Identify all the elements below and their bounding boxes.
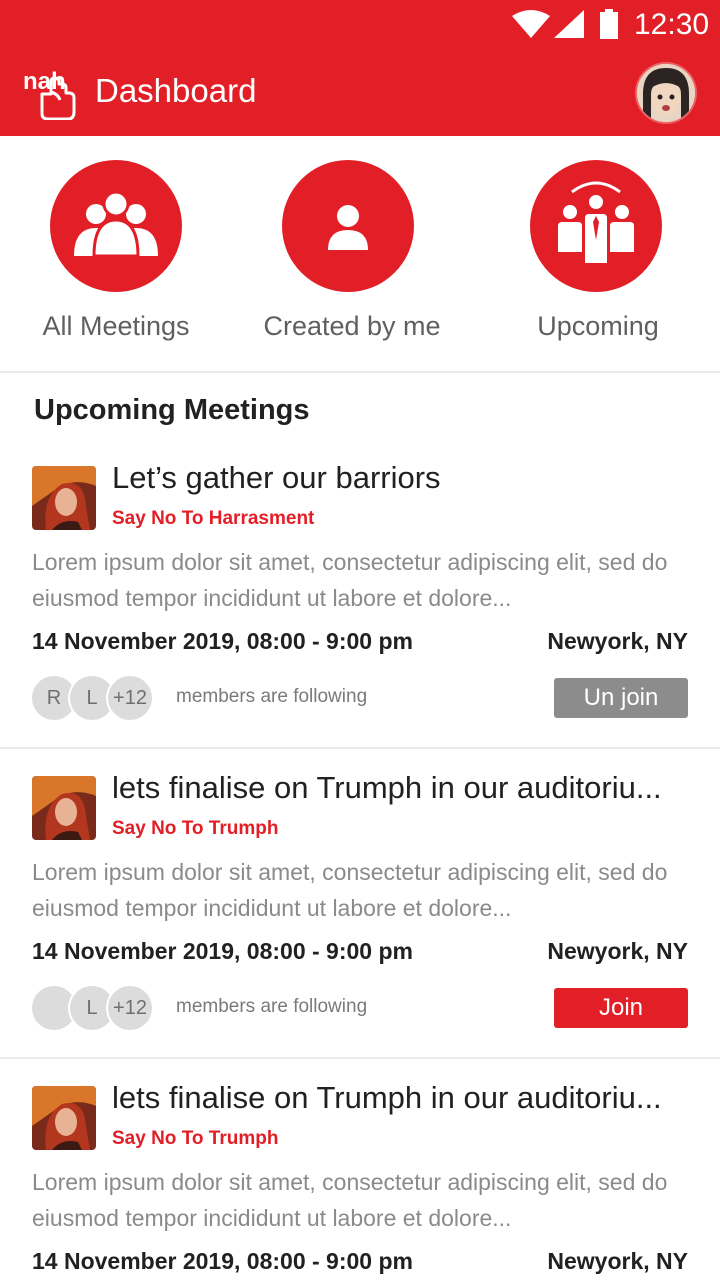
meeting-datetime: 14 November 2019, 08:00 - 9:00 pm (32, 1248, 413, 1274)
group-icon (74, 190, 158, 258)
created-by-me-button[interactable]: Created by me (232, 160, 472, 350)
signal-icon (554, 10, 584, 38)
meeting-description: Lorem ipsum dolor sit amet, consectetur … (32, 859, 668, 921)
app-bar: 12:30 nah Dashboard (0, 0, 720, 136)
person-icon (328, 205, 368, 250)
divider (0, 747, 720, 749)
wifi-icon (512, 10, 550, 38)
meeting-thumbnail (32, 466, 96, 530)
meeting-thumbnail (32, 776, 96, 840)
battery-icon (600, 9, 618, 39)
meeting-card[interactable]: lets finalise on Trumph in our auditoriu… (0, 770, 720, 1086)
divider (0, 371, 720, 373)
all-meetings-button[interactable]: All Meetings (0, 160, 236, 350)
created-by-me-circle[interactable] (282, 160, 414, 292)
meeting-title: lets finalise on Trumph in our auditoriu… (112, 1086, 662, 1115)
member-count: +12 (108, 676, 152, 720)
conference-icon (558, 181, 634, 265)
section-title: Upcoming Meetings (34, 394, 310, 426)
upcoming-label: Upcoming (537, 311, 659, 341)
members-following-text: members are following (176, 686, 368, 707)
meeting-title: lets finalise on Trumph in our auditoriu… (112, 770, 662, 805)
meeting-title: Let’s gather our barriors (112, 460, 441, 495)
meeting-card[interactable]: lets finalise on Trumph in our auditoriu… (0, 1086, 720, 1280)
meeting-description: Lorem ipsum dolor sit amet, consectetur … (32, 549, 668, 611)
member-count: +12 (108, 986, 152, 1030)
status-bar: 12:30 (0, 0, 720, 48)
meeting-datetime: 14 November 2019, 08:00 - 9:00 pm (32, 628, 413, 654)
divider (0, 1057, 720, 1059)
meeting-location: Newyork, NY (547, 628, 688, 654)
members-following-text: members are following (176, 996, 368, 1017)
unjoin-button[interactable]: Un join (554, 678, 688, 718)
meeting-subtitle: Say No To Trumph (112, 1128, 279, 1149)
all-meetings-circle[interactable] (50, 160, 182, 292)
status-time: 12:30 (634, 8, 710, 41)
meeting-subtitle: Say No To Trumph (112, 818, 279, 839)
all-meetings-label: All Meetings (42, 311, 190, 341)
meeting-description: Lorem ipsum dolor sit amet, consectetur … (32, 1169, 668, 1231)
meeting-datetime: 14 November 2019, 08:00 - 9:00 pm (32, 938, 413, 964)
avatar[interactable] (637, 64, 695, 122)
meeting-subtitle: Say No To Harrasment (112, 508, 315, 529)
created-by-me-label: Created by me (263, 311, 441, 341)
meeting-location: Newyork, NY (547, 938, 688, 964)
meeting-location: Newyork, NY (547, 1248, 688, 1274)
meeting-card[interactable]: Let’s gather our barriors Say No To Harr… (0, 460, 720, 776)
meeting-thumbnail (32, 1086, 96, 1150)
member-avatars: L +12 (32, 986, 172, 1032)
app-logo[interactable]: nah (22, 64, 80, 120)
upcoming-circle[interactable] (530, 160, 662, 292)
member-avatars: R L +12 (32, 676, 172, 722)
page-title: Dashboard (95, 72, 257, 109)
upcoming-button[interactable]: Upcoming (478, 160, 718, 350)
join-button[interactable]: Join (554, 988, 688, 1028)
